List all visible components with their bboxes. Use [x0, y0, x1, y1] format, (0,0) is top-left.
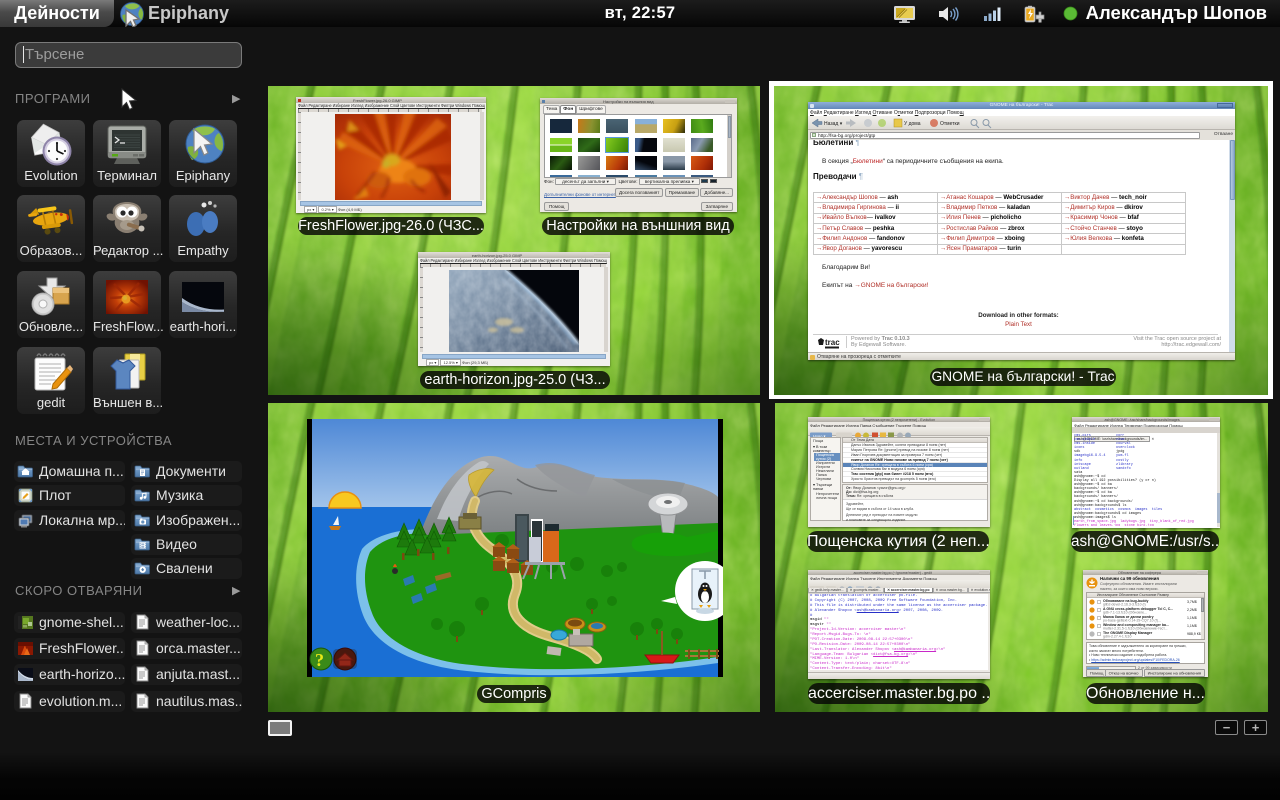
svg-text:Отметки: Отметки: [940, 121, 960, 127]
svg-text:gdb-7.1-13.fc10 (Обновле...: gdb-7.1-13.fc10 (Обновле...: [1103, 610, 1147, 614]
svg-text:2,2МБ: 2,2МБ: [1187, 608, 1198, 612]
svg-text:1,1МБ: 1,1МБ: [1187, 624, 1198, 628]
svg-text:mutter-2.31.5-1.fc10 (Обновлен: mutter-2.31.5-1.fc10 (Обновление-тест...: [1103, 626, 1167, 630]
svg-text:У дома: У дома: [904, 121, 921, 127]
svg-text:?: ?: [315, 650, 324, 670]
svg-text:glib2-devel-2.16.3-3.fc10 (i): glib2-devel-2.16.3-3.fc10 (i): [1103, 602, 1146, 606]
svg-text:gdm-2.27.4-1.fc10: gdm-2.27.4-1.fc10: [1103, 634, 1131, 638]
svg-text:trac: trac: [825, 338, 840, 347]
svg-text:1,1МБ: 1,1МБ: [1187, 616, 1198, 620]
svg-text:3,7МБ: 3,7МБ: [1187, 600, 1198, 604]
svg-text:po-base-gettext-0.14-29-CQ7.10: po-base-gettext-0.14-29-CQ7.10 (f)...: [1103, 618, 1161, 622]
svg-text:Назад ▾: Назад ▾: [824, 121, 843, 127]
